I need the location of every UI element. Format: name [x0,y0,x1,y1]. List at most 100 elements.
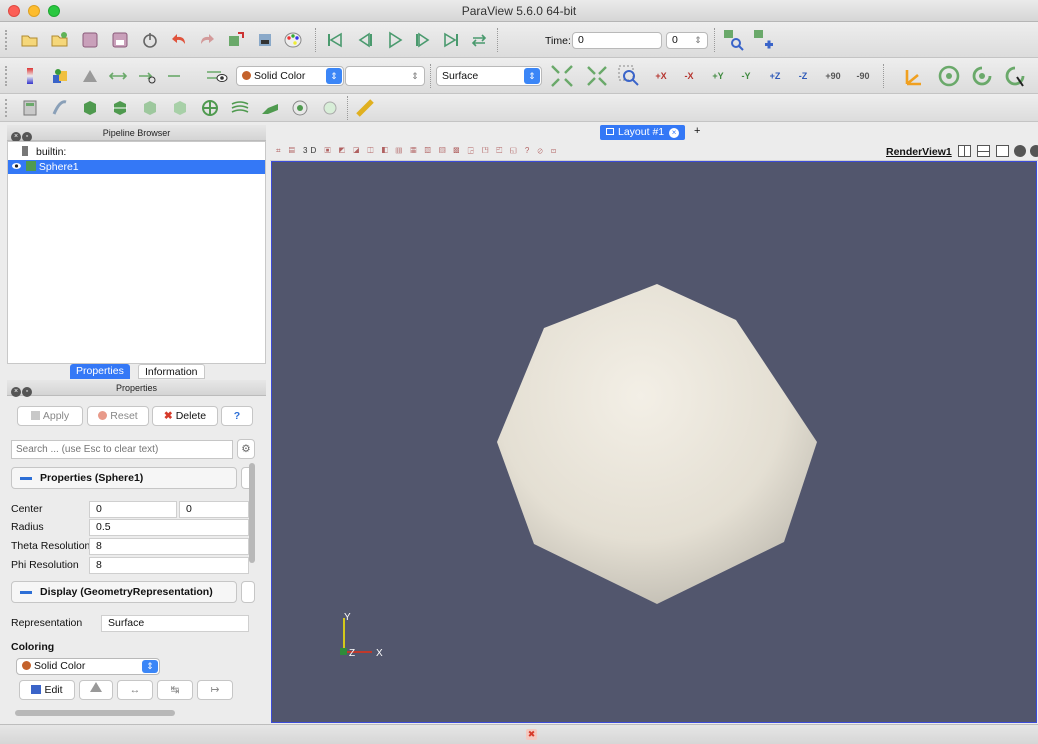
zoom-to-box-icon[interactable] [617,64,641,88]
dropdown-arrow-icon[interactable]: ⇕ [326,68,342,84]
reset-center-icon[interactable] [970,64,994,88]
show-center-icon[interactable] [937,64,961,88]
clip-icon[interactable] [80,98,100,118]
sphere1-surface[interactable] [497,284,817,604]
timestep-spinbox[interactable]: 0 ⇕ [666,32,708,49]
rotate-minus-90-button[interactable]: -90 [850,63,876,89]
toolbar-grip[interactable] [5,66,9,86]
edit-colormap-icon[interactable] [50,66,70,86]
advanced-gear-icon[interactable]: ⚙ [237,439,255,459]
extract-level-icon[interactable] [320,98,340,118]
load-state-icon[interactable] [80,30,100,50]
last-frame-icon[interactable] [441,30,461,50]
reset-camera-icon[interactable] [550,64,574,88]
coloring-select[interactable]: Solid Color ⇕ [16,658,160,675]
section-display[interactable]: Display (GeometryRepresentation) [11,581,237,603]
time-value-field[interactable]: 0 [572,32,662,49]
toolbar-grip[interactable] [5,30,9,50]
delete-button[interactable]: ✖ Delete [152,406,218,426]
calculator-icon[interactable] [20,98,40,118]
first-frame-icon[interactable] [325,30,345,50]
loop-icon[interactable] [469,30,489,50]
camera-minus-y-button[interactable]: -Y [733,63,759,89]
next-frame-icon[interactable] [413,30,433,50]
rotate-plus-90-button[interactable]: +90 [820,63,846,89]
undo-icon[interactable] [170,30,190,50]
color-palette-icon[interactable] [283,30,303,50]
close-view-icon[interactable] [1030,145,1038,157]
pick-center-icon[interactable] [1003,64,1027,88]
camera-plus-z-button[interactable]: +Z [762,63,788,89]
tab-properties[interactable]: Properties [70,364,130,379]
view-name-label[interactable]: RenderView1 [886,146,952,158]
float-panel-icon[interactable]: ▫ [22,387,32,397]
show-orientation-axes-icon[interactable] [902,64,926,88]
reset-button[interactable]: Reset [87,406,149,426]
output-messages-icon[interactable]: ✖ [526,729,537,740]
toolbar-grip[interactable] [5,99,9,117]
ruler-icon[interactable] [355,98,375,118]
dropdown-arrow-icon[interactable]: ⇕ [407,68,423,84]
dropdown-arrow-icon[interactable]: ⇕ [142,660,158,673]
extract-subset-icon[interactable] [170,98,190,118]
recent-files-icon[interactable] [50,30,70,50]
spin-arrows-icon[interactable]: ⇕ [690,34,706,47]
play-icon[interactable] [385,30,405,50]
add-layout-tab-button[interactable]: + [694,125,700,137]
representation-select[interactable]: Surface [101,615,249,632]
pipeline-item-sphere1[interactable]: Sphere1 [8,160,265,174]
rescale-time-button[interactable]: ↦ [197,680,233,700]
rescale-eye-icon[interactable] [205,66,228,86]
center-x-input[interactable]: 0 [89,501,177,518]
help-button[interactable]: ? [221,406,253,426]
section-copy-icon[interactable] [241,581,255,603]
contour-icon[interactable] [50,98,70,118]
phi-resolution-input[interactable]: 8 [89,557,249,574]
disconnect-icon[interactable] [140,30,160,50]
properties-vertical-scrollbar[interactable] [249,463,255,563]
connect-icon[interactable] [226,30,246,50]
save-state-icon[interactable] [110,30,130,50]
tab-information[interactable]: Information [138,364,205,379]
center-y-input[interactable]: 0 [179,501,249,518]
close-panel-icon[interactable]: × [11,387,21,397]
find-data-icon[interactable] [255,30,275,50]
threshold-icon[interactable] [140,98,160,118]
camera-plus-y-button[interactable]: +Y [705,63,731,89]
toggle-3d-button[interactable]: 3D [303,146,319,155]
maximize-view-icon[interactable] [996,145,1009,157]
open-file-icon[interactable] [20,30,40,50]
zoom-to-data-icon[interactable] [585,64,609,88]
rescale-data-button[interactable]: ↔ [117,680,153,700]
representation-select[interactable]: Surface ⇕ [436,66,542,86]
rescale-over-time-icon[interactable] [137,66,157,86]
component-select[interactable]: ⇕ [345,66,425,86]
search-input[interactable] [11,440,233,459]
apply-button[interactable]: Apply [17,406,83,426]
rescale-custom-button[interactable]: ↹ [157,680,193,700]
coloring-select[interactable]: Solid Color ⇕ [236,66,344,86]
rescale-visible-icon[interactable] [166,66,186,86]
pipeline-item-builtin[interactable]: builtin: [12,145,66,159]
redo-icon[interactable] [196,30,216,50]
dropdown-arrow-icon[interactable]: ⇕ [524,68,540,84]
camera-minus-x-button[interactable]: -X [676,63,702,89]
section-properties[interactable]: Properties (Sphere1) [11,467,237,489]
toggle-color-legend-icon[interactable] [20,66,40,86]
slice-icon[interactable] [110,98,130,118]
edit-colormap-button[interactable]: Edit [19,680,75,700]
add-query-icon[interactable] [752,28,773,49]
warp-by-vector-icon[interactable] [260,98,280,118]
close-tab-icon[interactable]: × [669,128,680,138]
theta-resolution-input[interactable]: 8 [89,538,249,555]
restore-view-icon[interactable] [1014,145,1026,157]
render-canvas[interactable]: Y Z X [272,162,1038,724]
radius-input[interactable]: 0.5 [89,519,249,536]
previous-frame-icon[interactable] [355,30,375,50]
rescale-custom-icon[interactable] [108,66,128,86]
split-vertical-icon[interactable] [977,145,990,157]
glyph-icon[interactable] [200,98,220,118]
render-view[interactable]: Y Z X [271,161,1037,723]
visibility-eye-icon[interactable] [12,160,21,169]
find-data-magnify-icon[interactable] [722,28,744,51]
